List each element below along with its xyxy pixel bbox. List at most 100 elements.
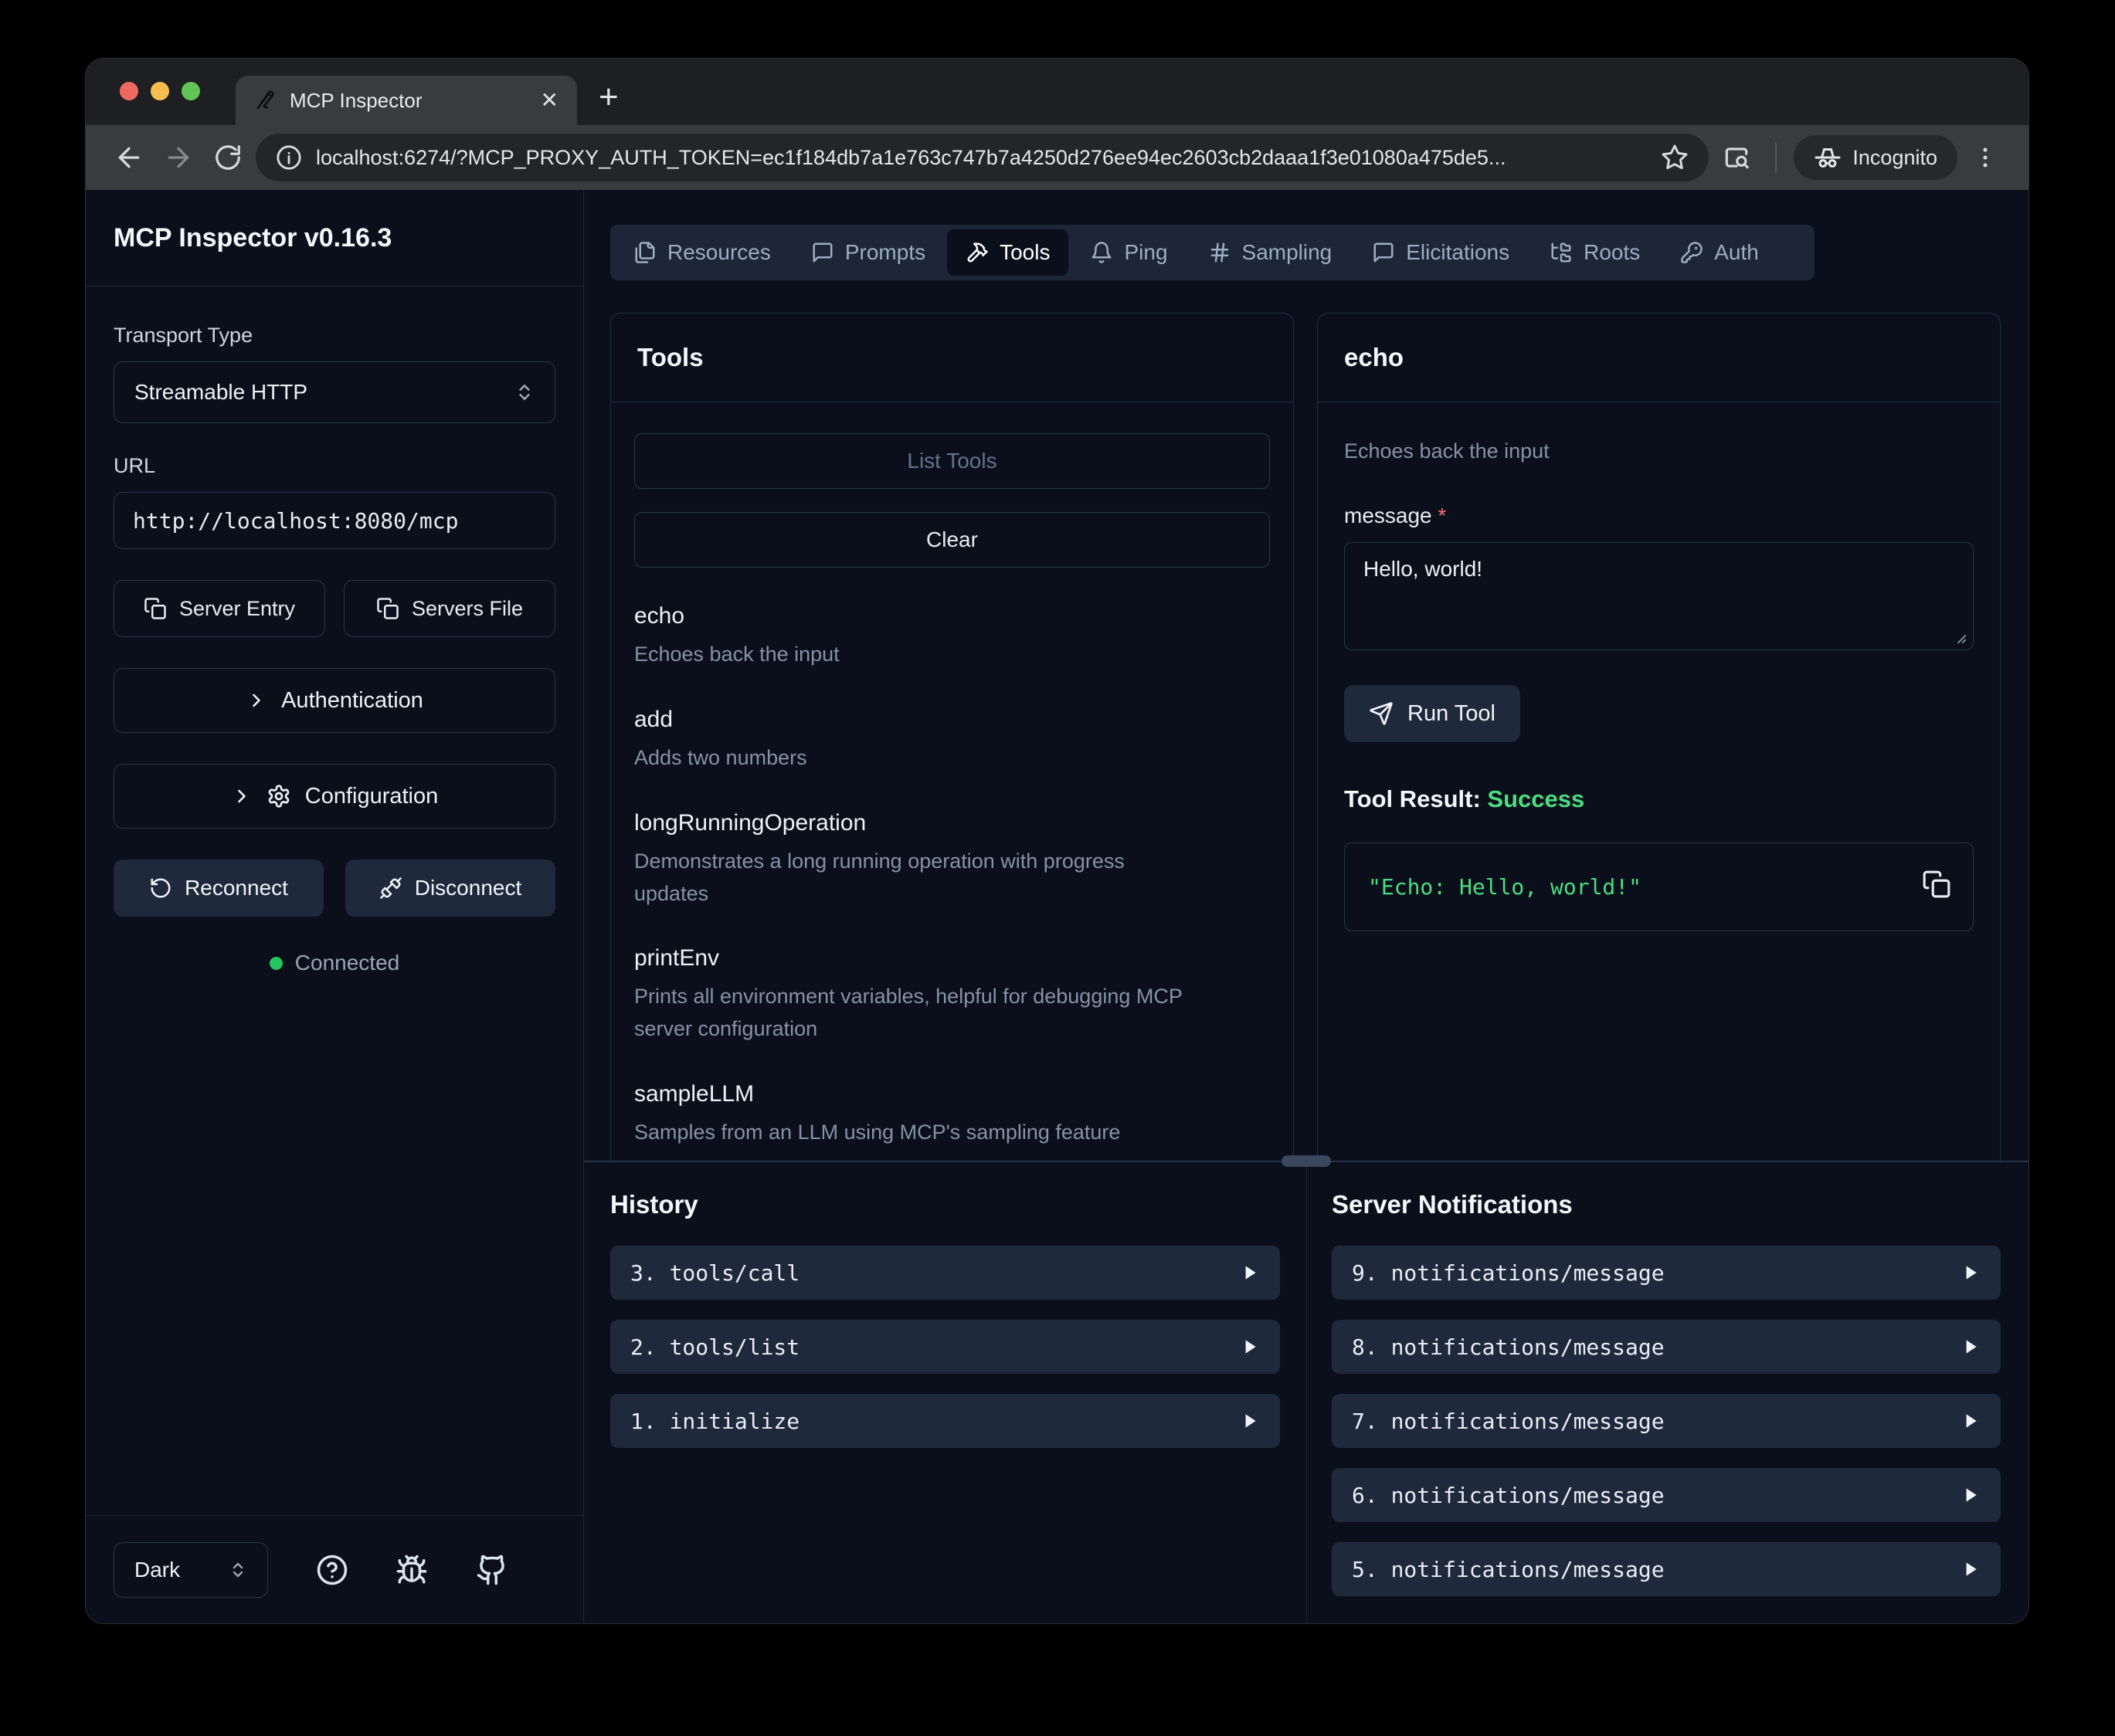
tab-tools[interactable]: Tools <box>947 229 1068 276</box>
message-square-icon <box>811 241 834 264</box>
incognito-label: Incognito <box>1852 146 1937 170</box>
transport-type-select[interactable]: Streamable HTTP <box>114 361 555 423</box>
tab-label: Ping <box>1124 240 1167 265</box>
feature-tabs: Resources Prompts Tools Ping <box>610 225 1815 280</box>
tools-panel-title: Tools <box>637 343 1267 372</box>
reload-button[interactable] <box>206 136 250 179</box>
tab-roots[interactable]: Roots <box>1531 229 1658 276</box>
copy-result-button[interactable] <box>1922 870 1951 899</box>
gear-icon <box>266 784 291 809</box>
horizontal-splitter[interactable] <box>584 1161 2028 1162</box>
run-tool-button[interactable]: Run Tool <box>1344 685 1520 742</box>
tab-prompts[interactable]: Prompts <box>793 229 944 276</box>
incognito-icon <box>1814 144 1842 171</box>
tool-name: printEnv <box>634 945 1270 971</box>
notification-row[interactable]: 5. notifications/message <box>1332 1542 2001 1596</box>
bottom-row: History 3. tools/call 2. tools/list <box>584 1162 2028 1623</box>
tab-resources[interactable]: Resources <box>615 229 789 276</box>
notification-row[interactable]: 8. notifications/message <box>1332 1320 2001 1374</box>
server-url-input[interactable] <box>114 492 555 549</box>
copy-icon <box>144 597 167 620</box>
tool-list-item[interactable]: printEnv Prints all environment variable… <box>634 945 1270 1046</box>
tool-description: Prints all environment variables, helpfu… <box>634 981 1206 1046</box>
connected-dot-icon <box>270 957 283 970</box>
expand-play-icon[interactable] <box>1240 1337 1260 1357</box>
history-row[interactable]: 3. tools/call <box>610 1246 1280 1300</box>
expand-play-icon[interactable] <box>1240 1263 1260 1283</box>
message-param-textarea[interactable]: Hello, world! <box>1344 542 1974 650</box>
help-icon[interactable] <box>316 1554 348 1586</box>
expand-play-icon[interactable] <box>1240 1411 1260 1431</box>
browser-tab[interactable]: MCP Inspector ✕ <box>236 76 577 125</box>
tool-result-line: Tool Result: Success <box>1344 785 1974 813</box>
url-text[interactable]: localhost:6274/?MCP_PROXY_AUTH_TOKEN=ec1… <box>316 146 1647 170</box>
tool-result-status: Success <box>1487 785 1584 812</box>
theme-select[interactable]: Dark <box>114 1542 268 1598</box>
tab-label: Elicitations <box>1406 240 1509 265</box>
resize-handle-icon[interactable] <box>1950 628 1967 645</box>
tool-description: Demonstrates a long running operation wi… <box>634 846 1190 910</box>
close-window-button[interactable] <box>120 82 138 100</box>
tab-close-icon[interactable]: ✕ <box>541 90 558 111</box>
server-entry-button[interactable]: Server Entry <box>114 580 325 637</box>
bug-report-icon[interactable] <box>396 1554 428 1586</box>
app-title: MCP Inspector v0.16.3 <box>114 223 392 253</box>
authentication-label: Authentication <box>281 688 423 714</box>
minimize-window-button[interactable] <box>151 82 169 100</box>
tool-list-item[interactable]: sampleLLM Samples from an LLM using MCP'… <box>634 1081 1270 1149</box>
tool-list-item[interactable]: longRunningOperation Demonstrates a long… <box>634 810 1270 910</box>
new-tab-button[interactable]: + <box>599 80 619 114</box>
main-area: Resources Prompts Tools Ping <box>584 190 2028 1623</box>
bookmark-star-icon[interactable] <box>1661 144 1689 171</box>
tool-result-value: "Echo: Hello, world!" <box>1368 874 1950 900</box>
tab-sampling[interactable]: Sampling <box>1190 229 1351 276</box>
notification-row[interactable]: 7. notifications/message <box>1332 1394 2001 1448</box>
tool-list-item[interactable]: add Adds two numbers <box>634 707 1270 775</box>
tab-elicitations[interactable]: Elicitations <box>1353 229 1528 276</box>
history-row[interactable]: 2. tools/list <box>610 1320 1280 1374</box>
sidebar-footer: Dark <box>86 1515 583 1623</box>
splitter-grip[interactable] <box>1282 1155 1331 1167</box>
site-info-icon[interactable] <box>276 144 302 171</box>
message-square-icon <box>1372 241 1395 264</box>
tool-list-item[interactable]: echo Echoes back the input <box>634 603 1270 671</box>
hammer-icon <box>966 241 989 264</box>
notification-row[interactable]: 9. notifications/message <box>1332 1246 2001 1300</box>
browser-menu-icon[interactable] <box>1964 136 2007 179</box>
tab-auth[interactable]: Auth <box>1662 229 1777 276</box>
tool-runner-header: echo <box>1318 314 2000 402</box>
clear-tools-button[interactable]: Clear <box>634 512 1270 568</box>
hash-icon <box>1208 241 1231 264</box>
tab-label: Prompts <box>845 240 925 265</box>
expand-play-icon[interactable] <box>1961 1411 1981 1431</box>
tab-ping[interactable]: Ping <box>1071 229 1186 276</box>
notification-row-label: 7. notifications/message <box>1352 1409 1961 1434</box>
search-tabs-icon[interactable] <box>1715 136 1758 179</box>
github-icon[interactable] <box>476 1554 508 1586</box>
expand-play-icon[interactable] <box>1961 1485 1981 1505</box>
configuration-expander[interactable]: Configuration <box>114 764 555 829</box>
address-bar[interactable]: localhost:6274/?MCP_PROXY_AUTH_TOKEN=ec1… <box>256 134 1709 181</box>
list-tools-button[interactable]: List Tools <box>634 433 1270 489</box>
expand-play-icon[interactable] <box>1961 1559 1981 1579</box>
server-entry-label: Server Entry <box>179 597 295 621</box>
reconnect-button[interactable]: Reconnect <box>114 860 324 917</box>
zoom-window-button[interactable] <box>182 82 200 100</box>
sidebar: MCP Inspector v0.16.3 Transport Type Str… <box>86 190 584 1623</box>
disconnect-button[interactable]: Disconnect <box>345 860 555 917</box>
tab-label: Resources <box>667 240 771 265</box>
expand-play-icon[interactable] <box>1961 1337 1981 1357</box>
servers-file-button[interactable]: Servers File <box>344 580 555 637</box>
servers-file-label: Servers File <box>412 597 523 621</box>
tool-name: echo <box>634 603 1270 629</box>
history-row-label: 3. tools/call <box>630 1260 1240 1286</box>
back-button[interactable] <box>107 136 151 179</box>
history-row[interactable]: 1. initialize <box>610 1394 1280 1448</box>
tool-result-label: Tool Result: <box>1344 785 1481 812</box>
authentication-expander[interactable]: Authentication <box>114 668 555 733</box>
forward-button[interactable] <box>157 136 200 179</box>
expand-play-icon[interactable] <box>1961 1263 1981 1283</box>
run-tool-label: Run Tool <box>1407 701 1495 727</box>
notification-row[interactable]: 6. notifications/message <box>1332 1468 2001 1522</box>
window-controls[interactable] <box>120 82 200 100</box>
